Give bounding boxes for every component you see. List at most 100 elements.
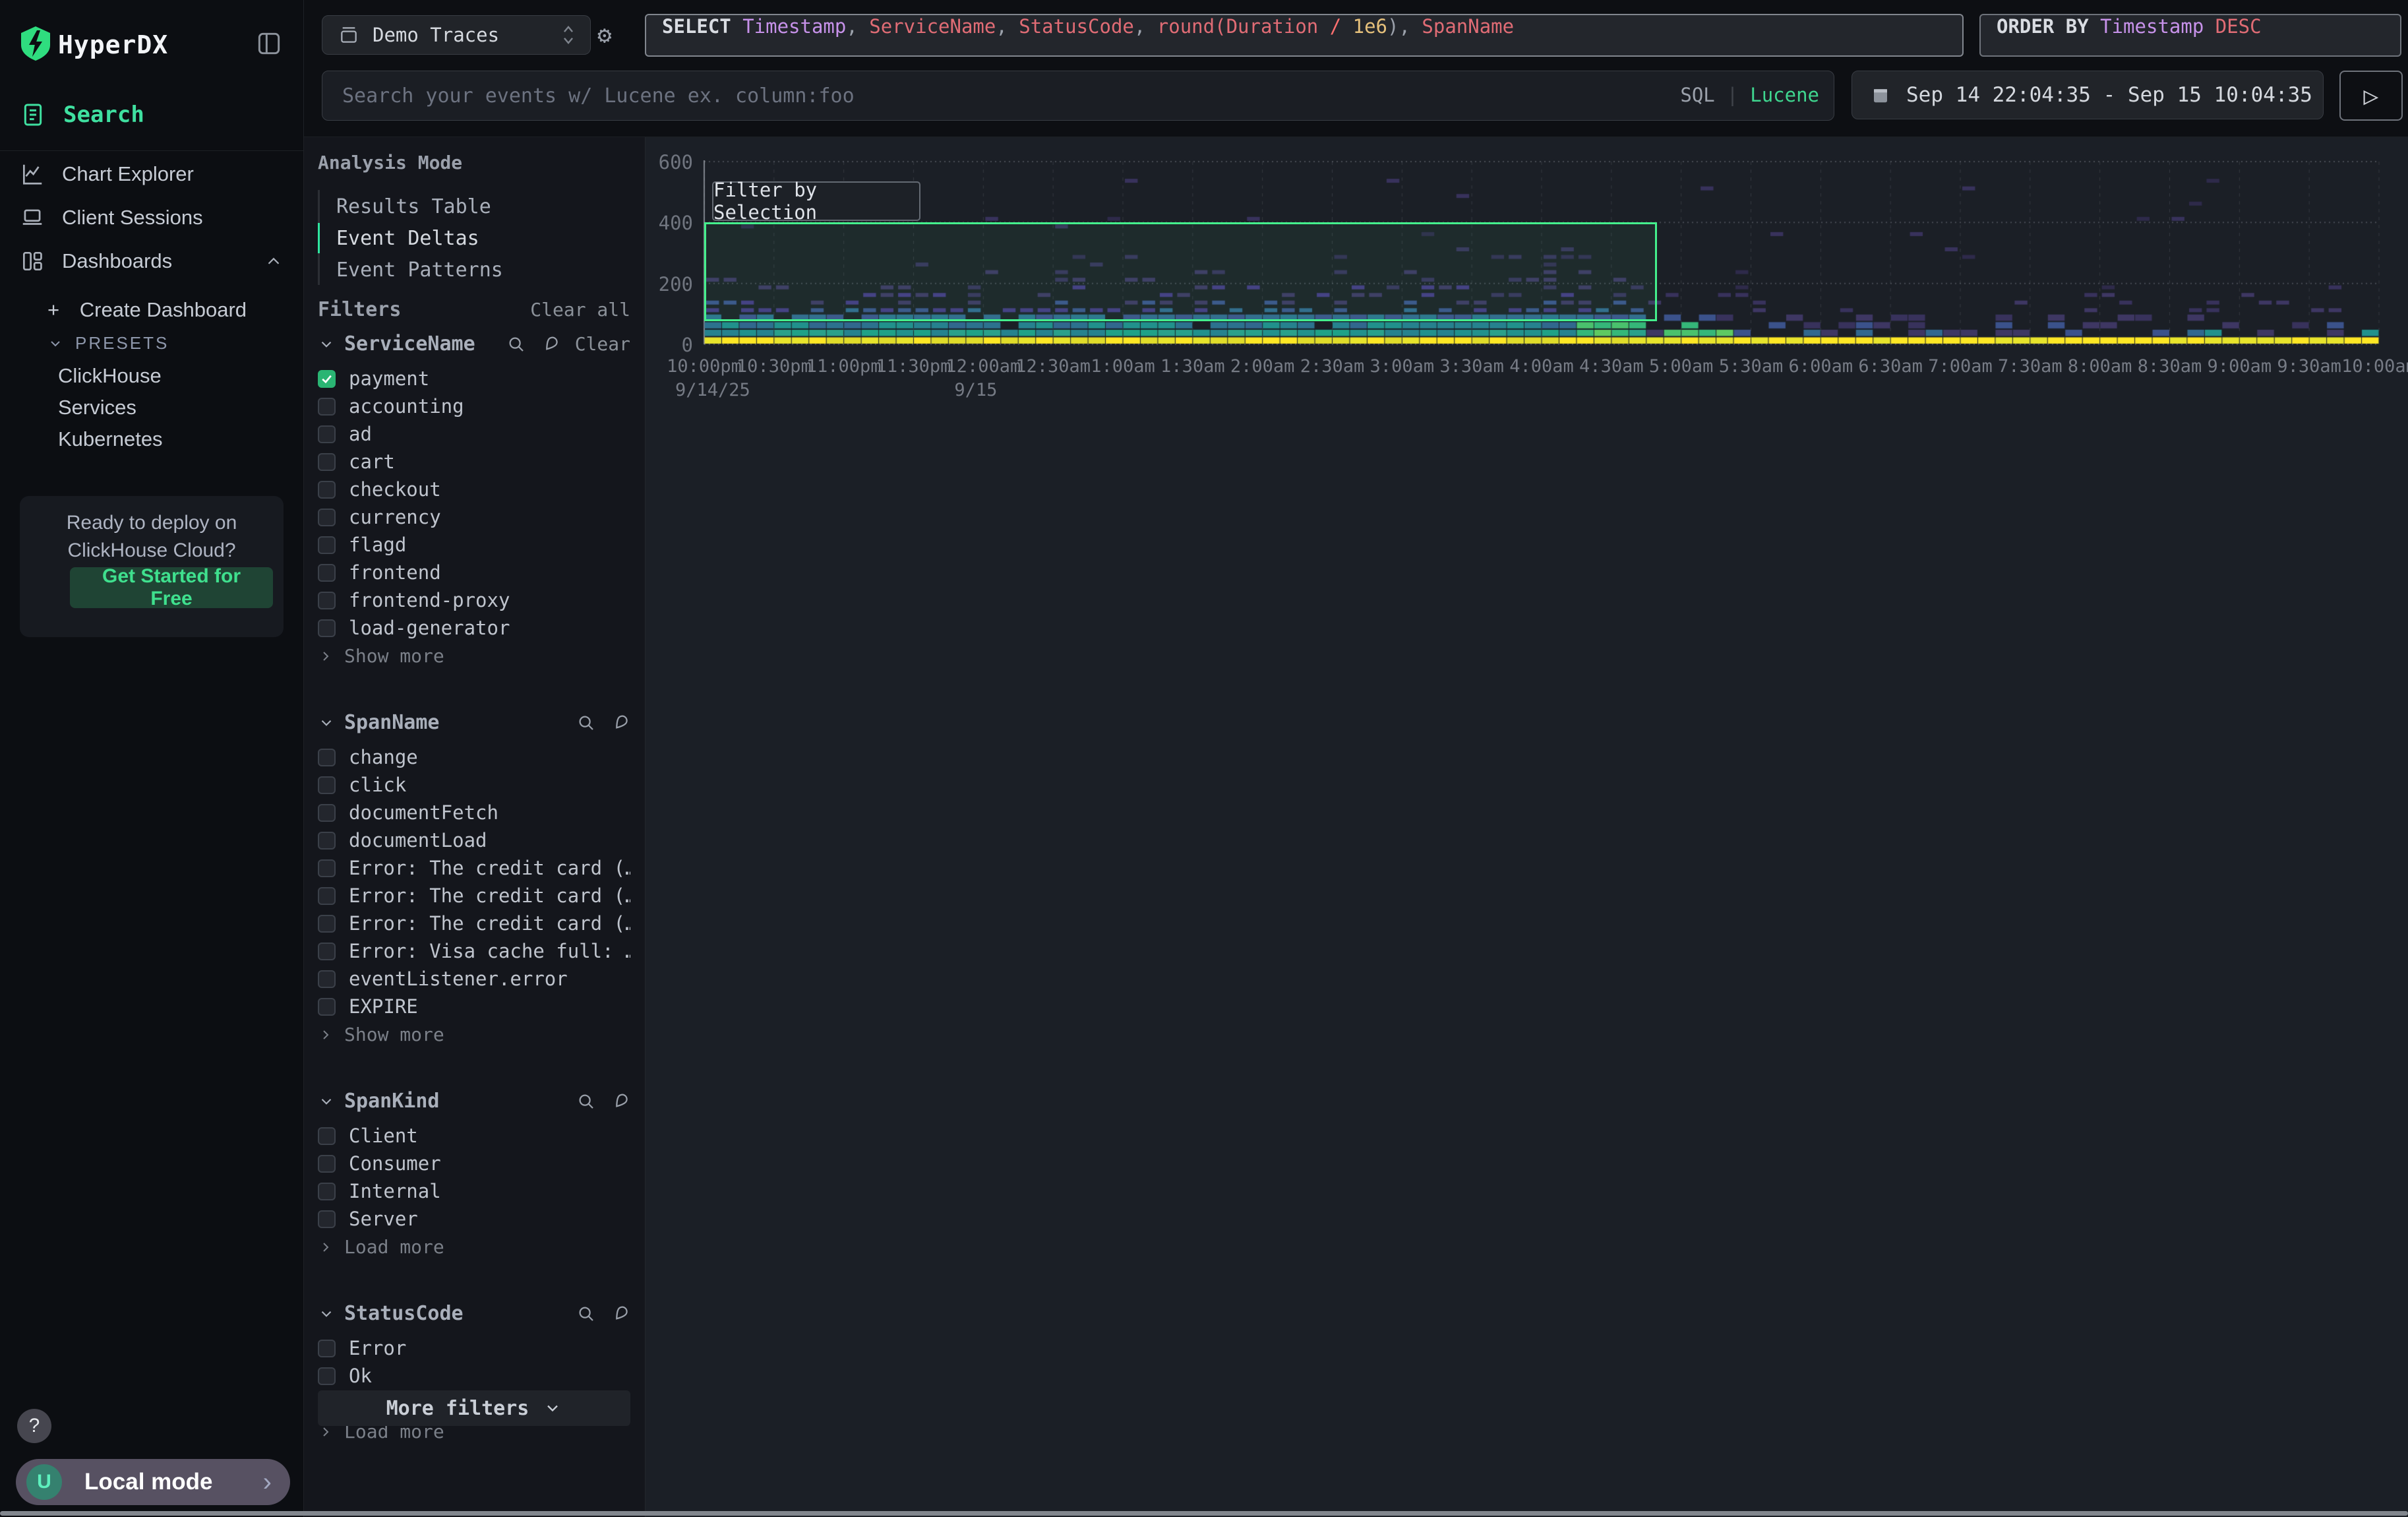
checkbox-label: payment [349, 367, 429, 390]
run-query-button[interactable]: ▷ [2339, 71, 2403, 121]
user-menu[interactable]: U Local mode › [16, 1459, 290, 1505]
show-more-button[interactable]: Show more [318, 1024, 444, 1045]
filter-checkbox-change[interactable]: change [318, 744, 630, 770]
filter-checkbox-frontend[interactable]: frontend [318, 559, 630, 586]
query-token: SpanName [1422, 15, 1514, 38]
chevron-right-icon [318, 1424, 334, 1440]
filter-checkbox-client[interactable]: Client [318, 1123, 630, 1149]
pin-icon[interactable] [611, 1304, 630, 1324]
checkbox-label: checkout [349, 478, 441, 501]
filter-checkbox-ok[interactable]: Ok [318, 1363, 630, 1389]
more-filters-button[interactable]: More filters [318, 1390, 630, 1426]
filter-checkbox-load-generator[interactable]: load-generator [318, 615, 630, 641]
help-button[interactable]: ? [17, 1409, 51, 1443]
x-axis-tick-label: 4:00am [1509, 356, 1574, 377]
query-token: Timestamp [2100, 15, 2215, 38]
sidebar-item-client-sessions[interactable]: Client Sessions [20, 201, 203, 235]
sidebar-item-services[interactable]: Services [58, 396, 136, 419]
select-clause-input[interactable]: SELECT Timestamp, ServiceName, StatusCod… [645, 14, 1964, 57]
filter-checkbox-error[interactable]: Error [318, 1335, 630, 1361]
filter-checkbox-checkout[interactable]: checkout [318, 476, 630, 503]
order-by-input[interactable]: ORDER BY Timestamp DESC [1979, 14, 2401, 57]
filter-section-header-servicename[interactable]: ServiceNameClear [318, 332, 630, 356]
x-axis-tick-label: 7:30am [1998, 356, 2062, 377]
filter-checkbox-error-the-credit-card-[interactable]: Error: The credit card (… [318, 855, 630, 881]
filter-checkbox-accounting[interactable]: accounting [318, 393, 630, 419]
checkbox-label: Error: The credit card (… [349, 857, 630, 879]
sql-toggle[interactable]: SQL [1680, 84, 1714, 106]
filter-checkbox-click[interactable]: click [318, 772, 630, 798]
filter-section-header-statuscode[interactable]: StatusCode [318, 1302, 630, 1325]
checkbox-label: documentFetch [349, 801, 498, 824]
filter-checkbox-currency[interactable]: currency [318, 504, 630, 530]
x-axis-tick-label: 2:30am [1300, 356, 1365, 377]
source-settings-gear-icon[interactable]: ⚙ [597, 22, 612, 49]
filter-checkbox-eventlistener-error[interactable]: eventListener.error [318, 966, 630, 992]
clear-section-button[interactable]: Clear [575, 333, 630, 355]
load-more-button[interactable]: Load more [318, 1236, 444, 1258]
filter-checkbox-documentfetch[interactable]: documentFetch [318, 799, 630, 826]
filter-checkbox-payment[interactable]: payment [318, 365, 630, 392]
filter-checkbox-error-the-credit-card-[interactable]: Error: The credit card (… [318, 882, 630, 909]
analysis-mode-active-indicator [318, 223, 320, 253]
analysis-mode-item-results-table[interactable]: Results Table [336, 195, 491, 218]
filter-checkbox-cart[interactable]: cart [318, 449, 630, 475]
search-input[interactable] [341, 71, 1662, 120]
filter-checkbox-expire[interactable]: EXPIRE [318, 993, 630, 1020]
search-icon[interactable] [576, 1304, 596, 1324]
filter-section-header-spankind[interactable]: SpanKind [318, 1090, 630, 1113]
create-dashboard-button[interactable]: + Create Dashboard [47, 298, 247, 322]
filter-checkbox-flagd[interactable]: flagd [318, 532, 630, 558]
sidebar-item-label: Dashboards [62, 249, 172, 273]
search-icon[interactable] [576, 1092, 596, 1111]
sidebar-item-search[interactable]: Search [20, 98, 144, 132]
get-started-button[interactable]: Get Started for Free [70, 567, 273, 608]
filter-checkbox-frontend-proxy[interactable]: frontend-proxy [318, 587, 630, 613]
filter-checkbox-ad[interactable]: ad [318, 421, 630, 447]
filter-checkbox-error-visa-cache-full-[interactable]: Error: Visa cache full: … [318, 938, 630, 964]
filter-checkbox-server[interactable]: Server [318, 1206, 630, 1232]
lucene-toggle[interactable]: Lucene [1750, 84, 1819, 106]
checkbox-label: accounting [349, 395, 464, 418]
sidebar-item-chart-explorer[interactable]: Chart Explorer [20, 157, 194, 191]
search-icon[interactable] [576, 713, 596, 733]
query-token: Duration [1226, 15, 1319, 38]
pin-icon[interactable] [541, 334, 560, 354]
checkbox [318, 509, 336, 526]
filter-section-header-spanname[interactable]: SpanName [318, 711, 630, 734]
chart-selection-region[interactable] [704, 222, 1657, 321]
checkbox [318, 1367, 336, 1385]
x-axis-tick-label: 2:00am [1230, 356, 1295, 377]
filter-checkbox-consumer[interactable]: Consumer [318, 1150, 630, 1177]
pin-icon[interactable] [611, 1092, 630, 1111]
clear-all-button[interactable]: Clear all [530, 299, 630, 321]
chart-explorer-icon [20, 162, 45, 187]
filter-checkbox-error-the-credit-card-[interactable]: Error: The credit card (… [318, 910, 630, 937]
sidebar-collapse-icon[interactable] [255, 29, 284, 58]
filter-section-title: StatusCode [344, 1302, 464, 1325]
data-source-select[interactable]: Demo Traces [322, 15, 591, 55]
analysis-mode-item-event-deltas[interactable]: Event Deltas [336, 227, 479, 250]
filter-by-selection-button[interactable]: Filter by Selection [712, 181, 920, 221]
sidebar-item-dashboards[interactable]: Dashboards [20, 244, 284, 278]
filter-checkbox-documentload[interactable]: documentLoad [318, 827, 630, 853]
sidebar-item-clickhouse[interactable]: ClickHouse [58, 364, 162, 388]
pin-icon[interactable] [611, 713, 630, 733]
sidebar-item-kubernetes[interactable]: Kubernetes [58, 427, 163, 451]
presets-group-toggle[interactable]: PRESETS [47, 333, 169, 354]
search-icon[interactable] [506, 334, 526, 354]
clickhouse-cloud-promo-card: Ready to deploy on ClickHouse Cloud? Get… [20, 496, 284, 637]
checkbox-label: Ok [349, 1365, 372, 1387]
query-token: ) [1387, 15, 1399, 38]
time-range-picker[interactable]: Sep 14 22:04:35 - Sep 15 10:04:35 [1851, 71, 2324, 119]
x-axis-tick-label: 5:30am [1719, 356, 1784, 377]
filter-checkbox-internal[interactable]: Internal [318, 1178, 630, 1204]
x-axis-tick-label: 9:00am [2208, 356, 2272, 377]
analysis-mode-item-event-patterns[interactable]: Event Patterns [336, 259, 503, 282]
checkbox [318, 370, 336, 388]
horizontal-scrollbar[interactable] [0, 1511, 2408, 1516]
checkbox [318, 915, 336, 933]
database-icon [338, 24, 359, 46]
y-axis-tick-label: 0 [651, 334, 693, 356]
show-more-button[interactable]: Show more [318, 645, 444, 667]
